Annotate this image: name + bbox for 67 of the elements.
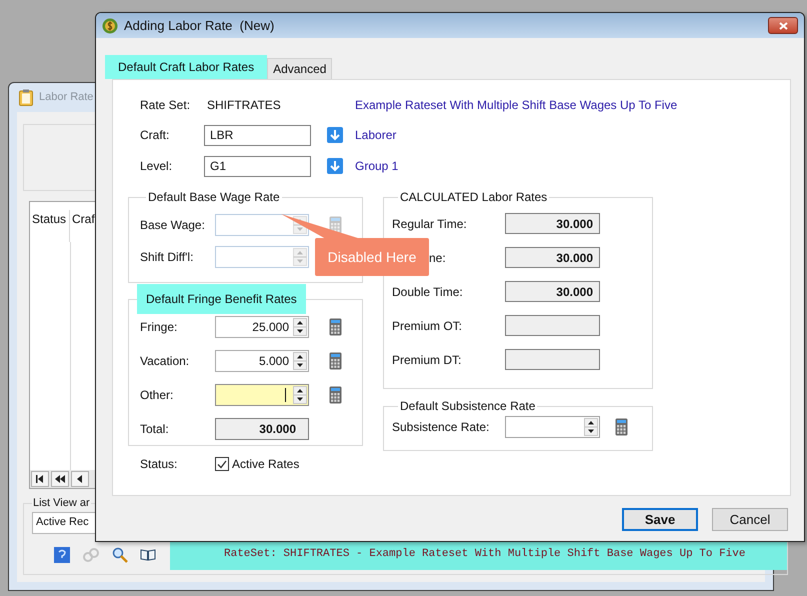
calculator-icon[interactable] — [329, 318, 342, 336]
window-title: Adding Labor Rate (New) — [124, 16, 274, 35]
coin-icon — [102, 18, 118, 34]
field-label: Premium DT: — [392, 352, 462, 368]
input-field[interactable] — [215, 384, 309, 406]
clipboard-icon — [19, 89, 33, 106]
lookup-description: Group 1 — [355, 158, 398, 175]
input-field[interactable] — [505, 416, 600, 438]
tab[interactable]: Default Craft Labor Rates — [105, 55, 268, 79]
search-icon[interactable] — [112, 546, 128, 562]
rate-set-description: Example Rateset With Multiple Shift Base Wages Up To Five — [355, 97, 678, 114]
checkbox-label[interactable]: Active Rates — [232, 455, 300, 473]
field-label: Vacation: — [140, 353, 190, 370]
field-label: Status: — [140, 456, 178, 473]
tab[interactable]: Advanced — [267, 58, 332, 79]
down-arrow-icon[interactable] — [327, 127, 343, 143]
column-header[interactable]: Craf — [70, 210, 95, 242]
calculator-icon[interactable] — [615, 418, 628, 436]
input-field[interactable]: 5.000 — [215, 350, 309, 372]
rate-field: 30.000 — [505, 213, 600, 234]
field-label: Regular Time: — [392, 216, 467, 232]
group-title: Default Fringe Benefit Rates — [137, 284, 306, 314]
rate-field: 30.000 — [505, 281, 600, 302]
spin-buttons[interactable] — [293, 386, 307, 404]
down-arrow-icon[interactable] — [327, 158, 343, 174]
field-label: Double Time: — [392, 284, 463, 300]
field-label: Shift Diff'l: — [140, 249, 194, 266]
input-field[interactable]: 25.000 — [215, 316, 309, 338]
field-label: ne: — [429, 250, 446, 266]
first-record-button[interactable] — [31, 471, 49, 487]
spin-buttons[interactable] — [293, 318, 307, 336]
group-title: CALCULATED Labor Rates — [399, 189, 548, 206]
group-title: Default Subsistence Rate — [399, 398, 536, 415]
field-label: Subsistence Rate: — [392, 419, 490, 436]
rate-set-value: SHIFTRATES — [207, 97, 282, 114]
field-label: Rate Set: — [140, 97, 192, 114]
checkbox[interactable] — [215, 457, 229, 471]
total-field: 30.000 — [215, 418, 309, 440]
window-title: Labor Rate — [39, 90, 94, 106]
calculator-icon[interactable] — [329, 386, 342, 404]
spin-buttons[interactable] — [293, 352, 307, 370]
book-icon[interactable] — [140, 548, 156, 560]
field-label: Base Wage: — [140, 217, 206, 234]
dialog-button[interactable]: Cancel — [712, 508, 788, 531]
previous-page-button[interactable] — [51, 471, 69, 487]
input-field[interactable]: LBR — [204, 124, 311, 146]
text-cursor — [285, 388, 286, 402]
dialog-button[interactable]: Save — [622, 508, 698, 531]
status-text: RateSet: SHIFTRATES - Example Rateset With Multiple Shift Base Wages Up To Five — [170, 540, 787, 570]
close-icon — [778, 22, 788, 30]
field-label: Craft: — [140, 127, 170, 144]
rate-field: 30.000 — [505, 247, 600, 268]
column-header[interactable]: Status — [30, 210, 70, 242]
lookup-description: Laborer — [355, 127, 396, 144]
spin-buttons[interactable] — [584, 418, 598, 436]
field-label: Fringe: — [140, 319, 178, 336]
group-title: Default Base Wage Rate — [147, 189, 281, 206]
help-icon[interactable] — [54, 546, 70, 562]
field-label: Level: — [140, 158, 174, 175]
field-label: Other: — [140, 387, 174, 404]
input-field[interactable]: G1 — [204, 156, 311, 176]
group-title: List View ar — [32, 496, 91, 511]
close-button[interactable] — [768, 17, 798, 34]
previous-record-button[interactable] — [71, 471, 89, 487]
field-label: Total: — [140, 421, 170, 438]
calculator-icon[interactable] — [329, 352, 342, 370]
field-label: Premium OT: — [392, 318, 462, 334]
